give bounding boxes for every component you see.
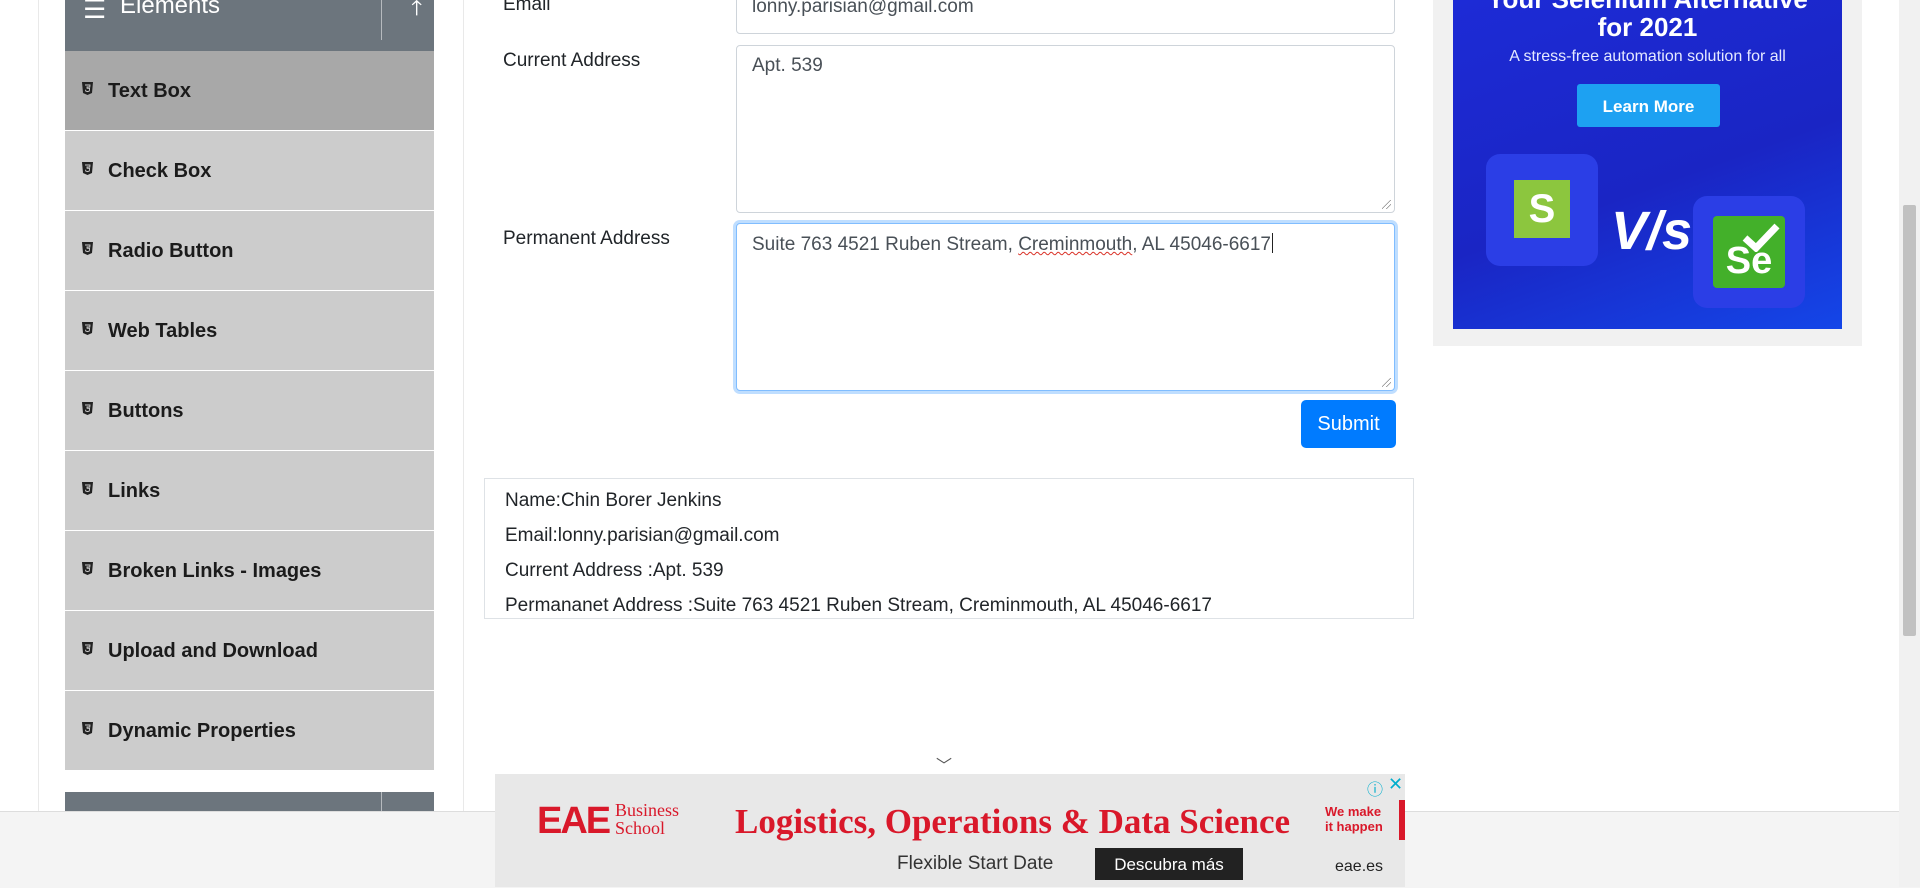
logo-left-letter: S: [1514, 180, 1570, 238]
resize-grip-icon[interactable]: [1382, 378, 1391, 387]
permanent-address-label: Permanent Address: [503, 228, 670, 249]
email-label: Email: [503, 0, 551, 15]
sidebar-border: [463, 0, 464, 887]
ad-subline: Flexible Start Date: [897, 853, 1054, 874]
output-panel: Name:Chin Borer Jenkins Email:lonny.pari…: [484, 478, 1414, 619]
sidebar-item-radio-button[interactable]: Radio Button: [65, 211, 434, 291]
sidebar-item-upload-download[interactable]: Upload and Download: [65, 611, 434, 691]
sidebar-item-label: Radio Button: [108, 240, 234, 262]
close-icon[interactable]: ✕: [1388, 774, 1403, 795]
output-permanent-address: Permananet Address :Suite 763 4521 Ruben…: [505, 595, 1212, 616]
output-current-address: Current Address :Apt. 539: [505, 560, 724, 581]
sidebar-item-dynamic-properties[interactable]: Dynamic Properties: [65, 691, 434, 771]
menu-icon: ☰: [83, 0, 107, 24]
email-field[interactable]: lonny.parisian@gmail.com: [736, 0, 1395, 34]
ad-headline-2: for 2021: [1597, 12, 1698, 42]
html5-icon: [82, 482, 93, 495]
email-value: lonny.parisian@gmail.com: [752, 0, 974, 17]
sidebar-item-label: Dynamic Properties: [108, 720, 296, 742]
permanent-address-text-2: , AL 45046-6617: [1132, 234, 1271, 255]
chevron-down-icon[interactable]: ﹀: [936, 752, 952, 776]
html5-icon: [82, 162, 93, 175]
html5-icon: [82, 242, 93, 255]
ad-school-name: Business School: [615, 801, 679, 837]
sidebar-item-label: Text Box: [108, 80, 191, 102]
sidebar-item-label: Web Tables: [108, 320, 218, 342]
sidebar-item-links[interactable]: Links: [65, 451, 434, 531]
vertical-scrollbar[interactable]: [1899, 0, 1920, 887]
selenium-logo-icon: Se: [1693, 196, 1805, 308]
sidebar-menu: Text Box Check Box Radio Button Web Tabl…: [65, 51, 434, 771]
side-ad[interactable]: Your Selenium Alternative for 2021 A str…: [1433, 0, 1862, 346]
collapse-icon[interactable]: ⤒: [411, 0, 422, 22]
html5-icon: [82, 562, 93, 575]
sidebar-item-label: Check Box: [108, 160, 212, 182]
ad-info-icon[interactable]: ⓘ: [1367, 776, 1383, 800]
group-title: Elements: [120, 0, 221, 19]
html5-icon: [82, 322, 93, 335]
elements-group-header[interactable]: ☰ Elements ⤒: [65, 0, 434, 51]
bottom-ad[interactable]: ⓘ ✕ EAE Business School Logistics, Operat…: [495, 774, 1405, 887]
ad-headline: Logistics, Operations & Data Science: [735, 802, 1291, 841]
permanent-address-field[interactable]: Suite 763 4521 Ruben Stream, Creminmouth…: [736, 223, 1395, 391]
html5-icon: [82, 402, 93, 415]
permanent-address-misspelled-word: Creminmouth: [1018, 234, 1133, 255]
ad-tagline-2: it happen: [1325, 819, 1383, 834]
output-email: Email:lonny.parisian@gmail.com: [505, 525, 780, 546]
ad-domain: eae.es: [1335, 858, 1384, 875]
header-divider: [381, 0, 382, 40]
sidebar-item-broken-links[interactable]: Broken Links - Images: [65, 531, 434, 611]
html5-icon: [82, 722, 93, 735]
ad-accent-bar: [1399, 800, 1405, 840]
sidebar-item-label: Buttons: [108, 400, 184, 422]
ad-cta-button[interactable]: Descubra más: [1095, 848, 1243, 880]
ad-school-line-2: School: [615, 818, 666, 838]
scrollbar-thumb[interactable]: [1903, 205, 1916, 636]
ad-school-line-1: Business: [615, 800, 680, 820]
ad-tagline-1: We make: [1325, 804, 1382, 819]
sidebar-item-text-box[interactable]: Text Box: [65, 51, 434, 131]
sidebar-item-label: Links: [108, 480, 161, 502]
versus-text: V/s: [1611, 201, 1693, 261]
text-caret: [1272, 233, 1273, 253]
sidebar-item-label: Broken Links - Images: [108, 560, 322, 582]
resize-grip-icon[interactable]: [1382, 200, 1391, 209]
ad-subtitle: A stress-free automation solution for al…: [1509, 48, 1786, 65]
sidebar-item-web-tables[interactable]: Web Tables: [65, 291, 434, 371]
ad-logo: EAE: [537, 800, 611, 842]
current-address-value: Apt. 539: [752, 55, 823, 76]
sidebar-item-buttons[interactable]: Buttons: [65, 371, 434, 451]
output-name: Name:Chin Borer Jenkins: [505, 490, 722, 511]
html5-icon: [82, 642, 93, 655]
ad-tagline: We make it happen: [1325, 804, 1383, 834]
checkmark-icon: [1742, 223, 1780, 252]
katalon-logo-icon: S: [1486, 154, 1598, 266]
current-address-label: Current Address: [503, 50, 641, 71]
permanent-address-text-1: Suite 763 4521 Ruben Stream,: [752, 234, 1019, 255]
submit-button[interactable]: Submit: [1301, 400, 1396, 448]
html5-icon: [82, 82, 93, 95]
sidebar-item-label: Upload and Download: [108, 640, 318, 662]
ad-learn-more-button[interactable]: Learn More: [1577, 84, 1720, 127]
sidebar-item-check-box[interactable]: Check Box: [65, 131, 434, 211]
current-address-field[interactable]: Apt. 539: [736, 45, 1395, 213]
sidebar: ☰ Elements ⤒ Text Box Check Box Radio Bu…: [65, 0, 434, 887]
side-ad-banner[interactable]: Your Selenium Alternative for 2021 A str…: [1453, 0, 1842, 329]
